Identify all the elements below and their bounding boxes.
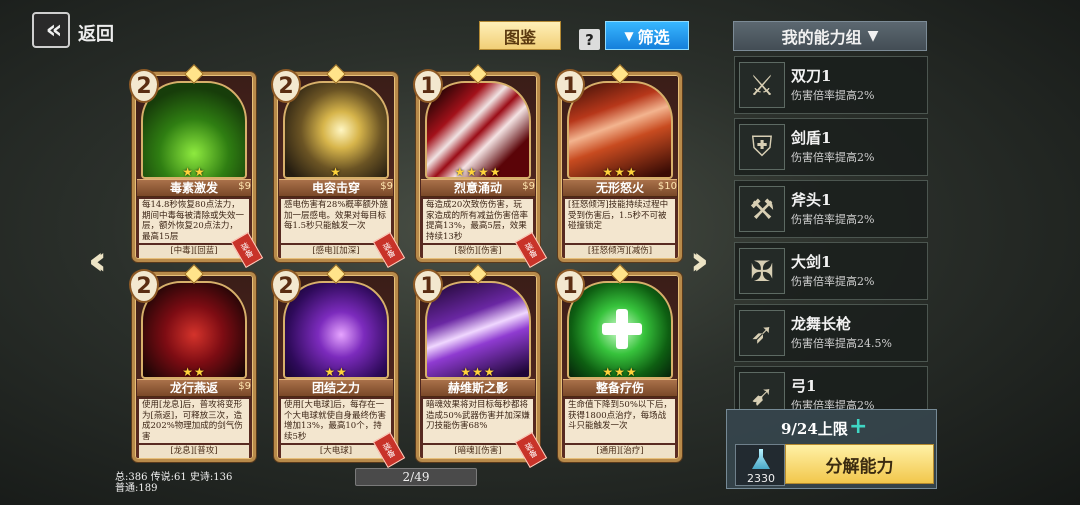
ability-group-name: 龙舞长枪 xyxy=(791,315,852,333)
ability-group-item[interactable]: ⛨ 剑盾1 伤害倍率提高2% xyxy=(734,118,928,176)
ability-group-name: 弓1 xyxy=(791,377,817,395)
card-stats: 总:386 传说:61 史诗:136 普通:189 xyxy=(115,472,232,494)
card-tags: [裂伤][伤害] xyxy=(423,245,533,258)
axe-icon: ⚒ xyxy=(739,186,785,232)
decompose-button[interactable]: 分解能力 xyxy=(785,444,934,484)
next-page-arrow-icon[interactable]: ›› xyxy=(690,238,709,284)
back-button[interactable]: « xyxy=(32,12,70,48)
card-stars: ★★ xyxy=(182,165,206,179)
ability-card[interactable]: 2 ★★ 龙行燕返 $9 使用[龙息]后，普攻将变形为[燕返]，可释放三次，造成202%… xyxy=(129,264,256,462)
potion-flask-icon xyxy=(752,449,770,469)
add-capacity-icon[interactable]: + xyxy=(849,414,867,439)
ability-group-bonus: 伤害倍率提高2% xyxy=(791,151,875,164)
capacity-limit-label: 9/24上限 xyxy=(781,420,848,438)
card-stars: ★★ xyxy=(324,365,348,379)
ability-card[interactable]: 2 ★★ 毒素激发 $9 每14.8秒恢复80点法力，期间中毒每被清除或失效一层，额外恢… xyxy=(129,64,264,268)
help-icon[interactable]: ? xyxy=(579,29,600,50)
decompose-panel: 9/24上限 + 2330 分解能力 xyxy=(726,409,937,489)
card-title: 龙行燕返 xyxy=(137,379,251,397)
card-description: 生命值下降到50%以下后，获得1800点治疗，每场战斗只能触发一次 xyxy=(565,399,675,443)
ability-card[interactable]: 1 ★★★ 整备疗伤 生命值下降到50%以下后，获得1800点治疗，每场战斗只能触发一… xyxy=(555,264,682,462)
double-chevron-left-icon: « xyxy=(45,15,63,45)
spear-icon: ➶ xyxy=(739,310,785,356)
card-price: $9 xyxy=(238,381,251,392)
card-tags: [暗魂][伤害] xyxy=(423,445,533,458)
ability-card[interactable]: 1 ★★★ 无形怒火 $10 [狂怒倾泻]技能持续过程中受到伤害后，1.5秒不可被碰撞锁… xyxy=(555,64,682,262)
my-ability-group-dropdown[interactable]: 我的能力组 ▼ xyxy=(733,21,927,51)
card-title: 烈意涌动 xyxy=(421,179,535,197)
card-tags: [大电球] xyxy=(281,445,391,458)
ability-card[interactable]: 1 ★★★ 赫维斯之影 暗魂效果将对目标每秒都将造成50%武器伤害并加深嫌刀技能伤害6… xyxy=(413,264,548,468)
card-stars: ★★★ xyxy=(602,365,638,379)
card-stats-line1: 总:386 传说:61 史诗:136 xyxy=(115,472,233,483)
ability-group-name: 双刀1 xyxy=(791,67,832,85)
card-price: $9 xyxy=(380,181,393,192)
card-tags: [狂怒倾泻][减伤] xyxy=(565,245,675,258)
shield-icon: ⛨ xyxy=(739,124,785,170)
card-tags: [龙息][普攻] xyxy=(139,445,249,458)
card-stars: ★★★★ xyxy=(454,165,502,179)
page-indicator: 2/49 xyxy=(355,468,477,486)
ability-group-item[interactable]: ⚒ 斧头1 伤害倍率提高2% xyxy=(734,180,928,238)
card-stars: ★★ xyxy=(182,365,206,379)
ability-group-item[interactable]: ➶ 龙舞长枪伤害倍率提高24.5% xyxy=(734,304,928,362)
card-tags: [中毒][回蓝] xyxy=(139,245,249,258)
plus-icon xyxy=(602,309,642,349)
ability-card[interactable]: 2 ★ 电容击穿 $9 感电伤害有28%概率额外施加一层感电。效果对每目标每1.5秒只能… xyxy=(271,64,406,268)
ability-group-name: 剑盾1 xyxy=(791,129,832,147)
top-bar: « 返回 图鉴 ? ▼ 筛选 我的能力组 ▼ xyxy=(0,0,1080,56)
ability-group-bonus: 伤害倍率提高2% xyxy=(791,213,875,226)
ability-card[interactable]: 2 ★★ 团结之力 使用[大电球]后，每存在一个大电球就使自身最终伤害增加13%，最高… xyxy=(271,264,406,468)
triangle-down-icon: ▼ xyxy=(624,28,634,43)
ability-group-name: 斧头1 xyxy=(791,191,832,209)
ability-group-item[interactable]: ➹ 弓1 伤害倍率提高2% xyxy=(734,366,928,410)
ability-group-bonus: 伤害倍率提高24.5% xyxy=(791,337,892,350)
prev-page-arrow-icon[interactable]: ‹‹ xyxy=(88,238,107,284)
ability-group-item[interactable]: ⚔ 双刀1 伤害倍率提高2% xyxy=(734,56,928,114)
resource-value: 2330 xyxy=(747,472,775,485)
card-description: 暗魂效果将对目标每秒都将造成50%武器伤害并加深嫌刀技能伤害68% xyxy=(423,399,533,443)
codex-button[interactable]: 图鉴 xyxy=(479,21,561,50)
card-price: $9 xyxy=(522,181,535,192)
greatsword-icon: ✠ xyxy=(739,248,785,294)
card-tags: [感电][加深] xyxy=(281,245,391,258)
card-description: 使用[大电球]后，每存在一个大电球就使自身最终伤害增加13%，最高10个，持续5… xyxy=(281,399,391,443)
card-title: 团结之力 xyxy=(279,379,393,397)
resource-box: 2330 xyxy=(735,444,785,486)
card-title: 赫维斯之影 xyxy=(421,379,535,397)
card-stars: ★★★ xyxy=(460,365,496,379)
card-tags: [通用][治疗] xyxy=(565,445,675,458)
ability-card[interactable]: 1 ★★★★ 烈意涌动 $9 每造成20次致伤伤害，玩家造成的所有减益伤害倍率提高13%… xyxy=(413,64,548,268)
bow-icon: ➹ xyxy=(739,372,785,410)
back-label[interactable]: 返回 xyxy=(78,20,114,46)
ability-group-bonus: 伤害倍率提高2% xyxy=(791,275,875,288)
ability-group-bonus: 伤害倍率提高2% xyxy=(791,89,875,102)
filter-label: 筛选 xyxy=(637,27,670,47)
card-description: [狂怒倾泻]技能持续过程中受到伤害后，1.5秒不可被碰撞锁定 xyxy=(565,199,675,243)
card-stars: ★★★ xyxy=(602,165,638,179)
card-description: 感电伤害有28%概率额外施加一层感电。效果对每目标每1.5秒只能触发一次 xyxy=(281,199,391,243)
crossed-swords-icon: ⚔ xyxy=(739,62,785,108)
card-description: 每造成20次致伤伤害，玩家造成的所有减益伤害倍率提高13%，最高5层，效果持续1… xyxy=(423,199,533,243)
ability-group-list[interactable]: ⚔ 双刀1 伤害倍率提高2% ⛨ 剑盾1 伤害倍率提高2% ⚒ 斧头1 伤害倍率提高2% ✠ 大剑1… xyxy=(734,56,928,410)
card-stars: ★ xyxy=(330,165,342,179)
card-price: $9 xyxy=(238,181,251,192)
card-title: 整备疗伤 xyxy=(563,379,677,397)
card-title: 毒素激发 xyxy=(137,179,251,197)
card-price: $10 xyxy=(657,181,677,192)
filter-button[interactable]: ▼ 筛选 xyxy=(605,21,689,50)
card-title: 电容击穿 xyxy=(279,179,393,197)
card-description: 每14.8秒恢复80点法力，期间中毒每被清除或失效一层，额外恢复20点法力，最高… xyxy=(139,199,249,243)
card-stats-line2: 普通:189 xyxy=(115,483,158,494)
triangle-down-icon: ▼ xyxy=(867,28,879,44)
my-ability-group-label: 我的能力组 xyxy=(781,28,862,47)
card-description: 使用[龙息]后，普攻将变形为[燕返]，可释放三次，造成202%物理加成的剑气伤害 xyxy=(139,399,249,443)
ability-group-name: 大剑1 xyxy=(791,253,832,271)
ability-group-item[interactable]: ✠ 大剑1 伤害倍率提高2% xyxy=(734,242,928,300)
